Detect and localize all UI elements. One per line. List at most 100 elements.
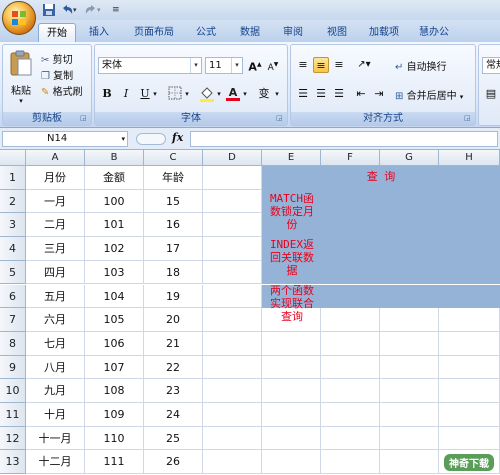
cell[interactable]	[380, 308, 439, 332]
row-header-9[interactable]: 9	[0, 355, 26, 380]
tab-home[interactable]: 开始	[38, 23, 76, 42]
table-cell[interactable]: 111	[85, 450, 144, 475]
row-header-8[interactable]: 8	[0, 331, 26, 356]
query-box-cell[interactable]	[439, 260, 500, 285]
query-box-cell[interactable]	[439, 213, 500, 238]
table-cell[interactable]: 19	[144, 284, 203, 309]
table-cell[interactable]: 107	[85, 355, 144, 380]
cell[interactable]	[262, 403, 321, 427]
query-box-cell[interactable]	[439, 237, 500, 261]
cell[interactable]	[439, 403, 500, 427]
cell[interactable]	[321, 308, 380, 332]
merge-center-button[interactable]: ⊞ 合并后居中 ▾	[395, 87, 463, 102]
table-header-cell[interactable]: 月份	[26, 166, 85, 190]
phonetic-button[interactable]: 变	[255, 86, 273, 102]
cell[interactable]	[203, 189, 262, 214]
table-cell[interactable]: 六月	[26, 308, 85, 332]
cell[interactable]	[380, 403, 439, 427]
column-header-F[interactable]: F	[321, 150, 380, 166]
table-cell[interactable]: 十月	[26, 403, 85, 427]
table-cell[interactable]: 100	[85, 189, 144, 214]
customize-toolbar-icon[interactable]: ≡	[112, 3, 122, 17]
tab-data[interactable]: 数据	[235, 23, 265, 42]
fill-color-button[interactable]	[199, 86, 215, 102]
row-header-6[interactable]: 6	[0, 284, 26, 309]
align-left-button[interactable]: ☰	[295, 86, 311, 102]
query-box-cell[interactable]	[321, 213, 380, 238]
cell[interactable]	[203, 331, 262, 356]
table-cell[interactable]: 106	[85, 331, 144, 356]
row-header-4[interactable]: 4	[0, 237, 26, 261]
row-header-10[interactable]: 10	[0, 379, 26, 403]
font-name-dropdown-icon[interactable]: ▾	[190, 58, 201, 73]
row-header-7[interactable]: 7	[0, 308, 26, 332]
column-header-D[interactable]: D	[203, 150, 262, 166]
table-header-cell[interactable]: 年龄	[144, 166, 203, 190]
table-cell[interactable]: 105	[85, 308, 144, 332]
table-cell[interactable]: 21	[144, 331, 203, 356]
query-box-cell[interactable]	[321, 260, 380, 285]
insert-function-icon[interactable]: fx	[172, 131, 183, 144]
table-cell[interactable]: 102	[85, 237, 144, 261]
cell[interactable]	[380, 355, 439, 380]
cell[interactable]	[321, 355, 380, 380]
font-size-dropdown-icon[interactable]: ▾	[231, 58, 242, 73]
table-cell[interactable]: 26	[144, 450, 203, 475]
cell[interactable]	[321, 379, 380, 403]
cell[interactable]	[203, 308, 262, 332]
cell[interactable]	[321, 331, 380, 356]
cell[interactable]	[380, 426, 439, 451]
formula-input[interactable]	[190, 131, 498, 147]
alignment-launcher-icon[interactable]: ◲	[464, 114, 473, 123]
borders-button[interactable]	[167, 86, 183, 102]
cell[interactable]	[321, 426, 380, 451]
shrink-font-button[interactable]: A▼	[265, 57, 281, 73]
table-cell[interactable]: 20	[144, 308, 203, 332]
number-format-combo[interactable]: 常规	[482, 57, 500, 74]
row-header-3[interactable]: 3	[0, 213, 26, 238]
tab-review[interactable]: 审阅	[278, 23, 308, 42]
table-cell[interactable]: 九月	[26, 379, 85, 403]
tab-insert[interactable]: 插入	[84, 23, 114, 42]
column-header-A[interactable]: A	[26, 150, 85, 166]
borders-dropdown-icon[interactable]: ▾	[183, 86, 191, 102]
row-header-13[interactable]: 13	[0, 450, 26, 475]
cell[interactable]	[439, 331, 500, 356]
align-center-button[interactable]: ☰	[313, 86, 329, 102]
query-box-cell[interactable]	[439, 189, 500, 214]
table-cell[interactable]: 八月	[26, 355, 85, 380]
table-cell[interactable]: 109	[85, 403, 144, 427]
table-header-cell[interactable]: 金额	[85, 166, 144, 190]
wrap-text-button[interactable]: ↵ 自动换行	[395, 58, 447, 73]
italic-button[interactable]: I	[118, 86, 134, 102]
orientation-button[interactable]: ↗▾	[353, 57, 375, 73]
format-painter-button[interactable]: ✎ 格式刷	[41, 83, 83, 98]
align-middle-button[interactable]: ≡	[313, 57, 329, 73]
table-cell[interactable]: 二月	[26, 213, 85, 238]
table-cell[interactable]: 一月	[26, 189, 85, 214]
cell[interactable]	[262, 331, 321, 356]
query-box-cell[interactable]	[380, 237, 439, 261]
cell[interactable]	[203, 403, 262, 427]
cell[interactable]	[262, 355, 321, 380]
table-cell[interactable]: 十二月	[26, 450, 85, 475]
cut-button[interactable]: ✂ 剪切	[41, 51, 73, 66]
cell[interactable]	[439, 379, 500, 403]
font-size-combo[interactable]: 11 ▾	[205, 57, 243, 74]
spreadsheet-grid[interactable]: A B C D E F G H 1 月份 金额 年龄 2 一月 100 15 3 二月 101 16 4 三月 102 17 5…	[0, 150, 500, 475]
cell[interactable]	[321, 450, 380, 475]
query-box-cell[interactable]	[439, 284, 500, 309]
column-header-H[interactable]: H	[439, 150, 500, 166]
redo-dropdown-icon[interactable]: ▾	[97, 3, 105, 17]
fill-color-dropdown-icon[interactable]: ▾	[215, 86, 223, 102]
cell[interactable]	[439, 426, 500, 451]
row-header-12[interactable]: 12	[0, 426, 26, 451]
query-box-cell[interactable]	[380, 260, 439, 285]
row-header-2[interactable]: 2	[0, 189, 26, 214]
column-header-B[interactable]: B	[85, 150, 144, 166]
column-header-E[interactable]: E	[262, 150, 321, 166]
table-cell[interactable]: 三月	[26, 237, 85, 261]
paste-button[interactable]: 粘贴 ▾	[6, 49, 36, 105]
grow-font-button[interactable]: A▲	[247, 57, 263, 74]
table-cell[interactable]: 十一月	[26, 426, 85, 451]
